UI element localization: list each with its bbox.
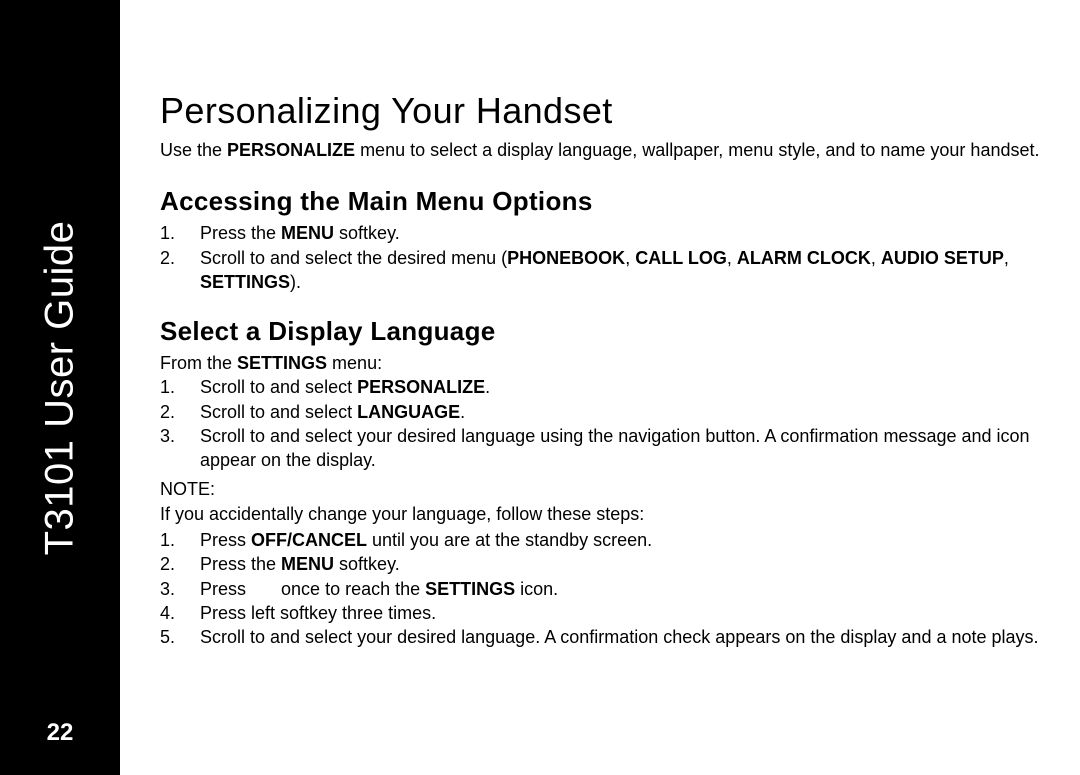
list-item: Press once to reach the SETTINGS icon.: [160, 577, 1040, 601]
section-heading-main-menu: Accessing the Main Menu Options: [160, 186, 1040, 217]
page-heading: Personalizing Your Handset: [160, 90, 1040, 132]
list-item: Press left softkey three times.: [160, 601, 1040, 625]
from-text: From the SETTINGS menu:: [160, 351, 1040, 375]
sidebar: T3101 User Guide 22: [0, 0, 120, 775]
intro-paragraph: Use the PERSONALIZE menu to select a dis…: [160, 138, 1040, 162]
note-steps: Press OFF/CANCEL until you are at the st…: [160, 528, 1040, 649]
guide-title: T3101 User Guide: [38, 220, 83, 555]
section-heading-display-language: Select a Display Language: [160, 316, 1040, 347]
list-item: Scroll to and select the desired menu (P…: [160, 246, 1040, 295]
list-item: Scroll to and select your desired langua…: [160, 625, 1040, 649]
list-item: Press OFF/CANCEL until you are at the st…: [160, 528, 1040, 552]
note-text: If you accidentally change your language…: [160, 502, 1040, 526]
main-menu-steps: Press the MENU softkey. Scroll to and se…: [160, 221, 1040, 294]
list-item: Press the MENU softkey.: [160, 221, 1040, 245]
note-label: NOTE:: [160, 479, 1040, 500]
list-item: Scroll to and select LANGUAGE.: [160, 400, 1040, 424]
page-content: Personalizing Your Handset Use the PERSO…: [160, 90, 1040, 649]
page-number: 22: [0, 719, 120, 747]
list-item: Scroll to and select your desired langua…: [160, 424, 1040, 473]
list-item: Scroll to and select PERSONALIZE.: [160, 375, 1040, 399]
list-item: Press the MENU softkey.: [160, 552, 1040, 576]
language-steps: Scroll to and select PERSONALIZE. Scroll…: [160, 375, 1040, 472]
